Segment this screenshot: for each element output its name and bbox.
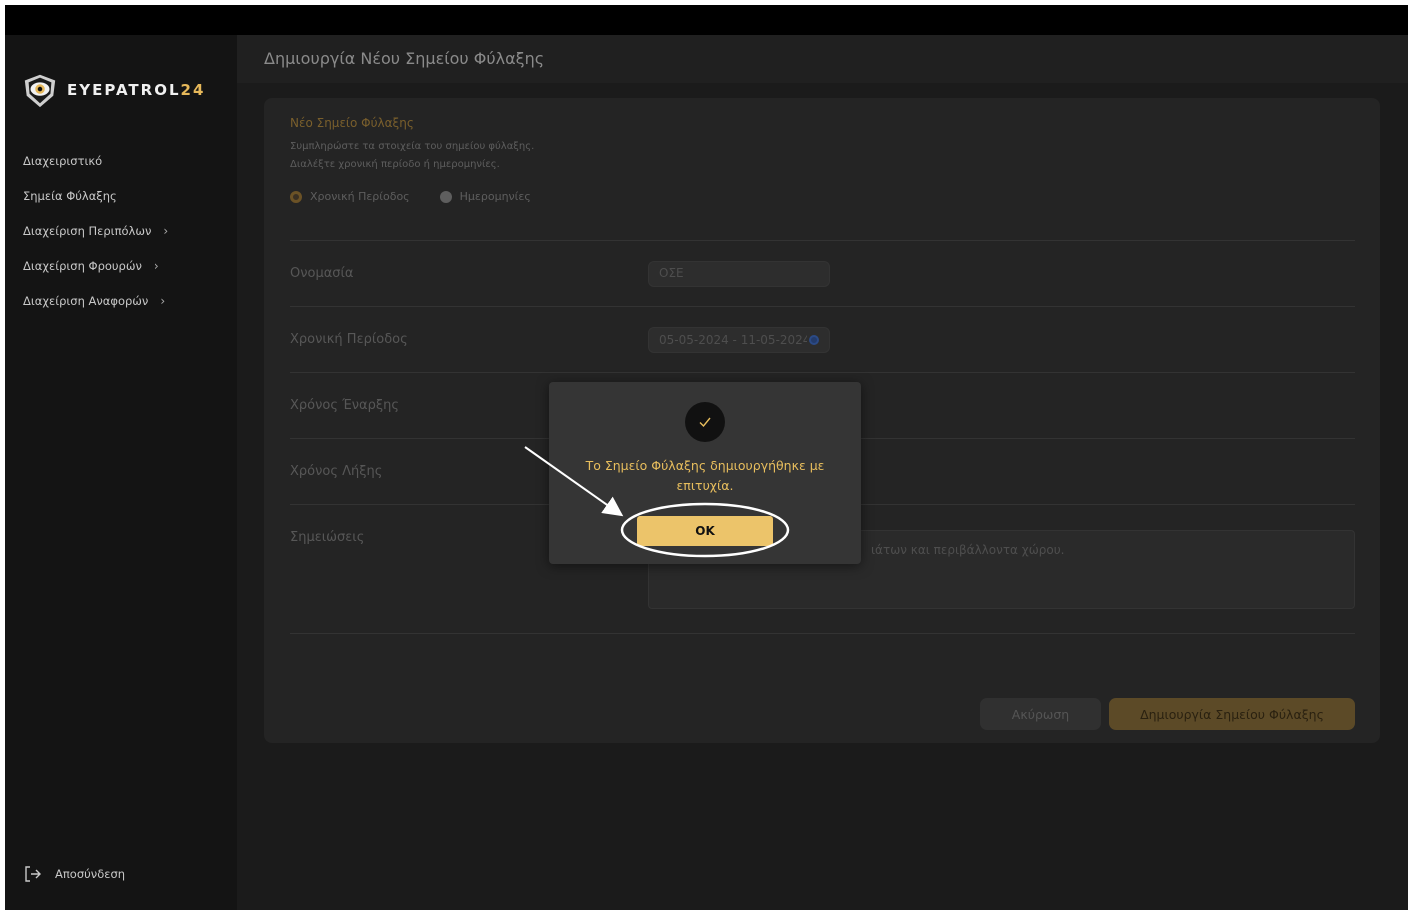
radio-dates[interactable]: Ημερομηνίες [439, 190, 531, 203]
app-window: EYEPATROL24 Διαχειριστικό Σημεία Φύλαξης… [5, 35, 1408, 910]
divider [290, 240, 1355, 241]
logout-label: Αποσύνδεση [55, 867, 126, 881]
period-label: Χρονική Περίοδος [290, 332, 408, 347]
sidebar-item-label: Διαχείριση Περιπόλων [23, 223, 152, 238]
start-time-label: Χρόνος Έναρξης [290, 398, 399, 413]
divider [290, 306, 1355, 307]
form-description: Συμπληρώστε τα στοιχεία του σημείου φύλα… [290, 138, 534, 174]
date-range-value: 05-05-2024 - 11-05-2024 [659, 333, 807, 347]
brand-name: EYEPATROL24 [67, 81, 206, 99]
sidebar-item-patrols[interactable]: Διαχείριση Περιπόλων › [23, 213, 168, 248]
brand-logo[interactable]: EYEPATROL24 [21, 71, 205, 109]
form-description-line: Διαλέξτε χρονική περίοδο ή ημερομηνίες. [290, 159, 500, 170]
period-type-radio-group: Χρονική Περίοδος Ημερομηνίες [290, 190, 531, 203]
screen-frame: EYEPATROL24 Διαχειριστικό Σημεία Φύλαξης… [5, 5, 1408, 910]
logout-button[interactable]: Αποσύνδεση [23, 864, 125, 884]
sidebar-item-guard-points[interactable]: Σημεία Φύλαξης [23, 178, 168, 213]
sidebar-item-label: Διαχείριση Φρουρών [23, 258, 142, 273]
name-input[interactable]: ΟΣΕ [648, 261, 830, 287]
radio-time-period[interactable]: Χρονική Περίοδος [290, 190, 410, 203]
success-message: Το Σημείο Φύλαξης δημιουργήθηκε με επιτυ… [585, 458, 825, 493]
sidebar: EYEPATROL24 Διαχειριστικό Σημεία Φύλαξης… [5, 35, 237, 910]
ok-button[interactable]: OK [637, 516, 773, 546]
divider [290, 633, 1355, 634]
logout-icon [25, 866, 41, 882]
form-title: Νέο Σημείο Φύλαξης [290, 116, 414, 130]
end-time-label: Χρόνος Λήξης [290, 464, 383, 479]
name-label: Ονομασία [290, 266, 354, 281]
create-guard-point-button[interactable]: Δημιουργία Σημείου Φύλαξης [1109, 698, 1355, 730]
divider [290, 372, 1355, 373]
radio-label: Ημερομηνίες [459, 190, 531, 203]
page-title: Δημιουργία Νέου Σημείου Φύλαξης [264, 49, 545, 68]
chevron-right-icon: › [163, 223, 169, 238]
notes-label: Σημειώσεις [290, 530, 365, 545]
sidebar-item-label: Σημεία Φύλαξης [23, 188, 117, 203]
sidebar-item-dashboard[interactable]: Διαχειριστικό [23, 143, 168, 178]
sidebar-nav: Διαχειριστικό Σημεία Φύλαξης Διαχείριση … [23, 143, 168, 318]
check-icon [699, 417, 711, 428]
top-bar: Δημιουργία Νέου Σημείου Φύλαξης [237, 35, 1408, 83]
date-range-input[interactable]: 05-05-2024 - 11-05-2024 [648, 327, 830, 353]
sidebar-item-reports[interactable]: Διαχείριση Αναφορών › [23, 283, 168, 318]
chevron-right-icon: › [153, 258, 159, 273]
cancel-button[interactable]: Ακύρωση [980, 698, 1101, 730]
radio-label: Χρονική Περίοδος [310, 190, 410, 203]
sidebar-item-label: Διαχείριση Αναφορών [23, 293, 149, 308]
radio-unselected-icon [439, 190, 452, 203]
sidebar-item-guards[interactable]: Διαχείριση Φρουρών › [23, 248, 168, 283]
form-description-line: Συμπληρώστε τα στοιχεία του σημείου φύλα… [290, 141, 535, 152]
calendar-icon[interactable] [809, 335, 819, 345]
sidebar-item-label: Διαχειριστικό [23, 153, 103, 168]
radio-selected-icon [290, 190, 302, 203]
eye-shield-logo-icon [24, 74, 56, 108]
chevron-right-icon: › [160, 293, 166, 308]
success-icon-badge [685, 402, 725, 442]
success-dialog: Το Σημείο Φύλαξης δημιουργήθηκε με επιτυ… [549, 382, 861, 564]
